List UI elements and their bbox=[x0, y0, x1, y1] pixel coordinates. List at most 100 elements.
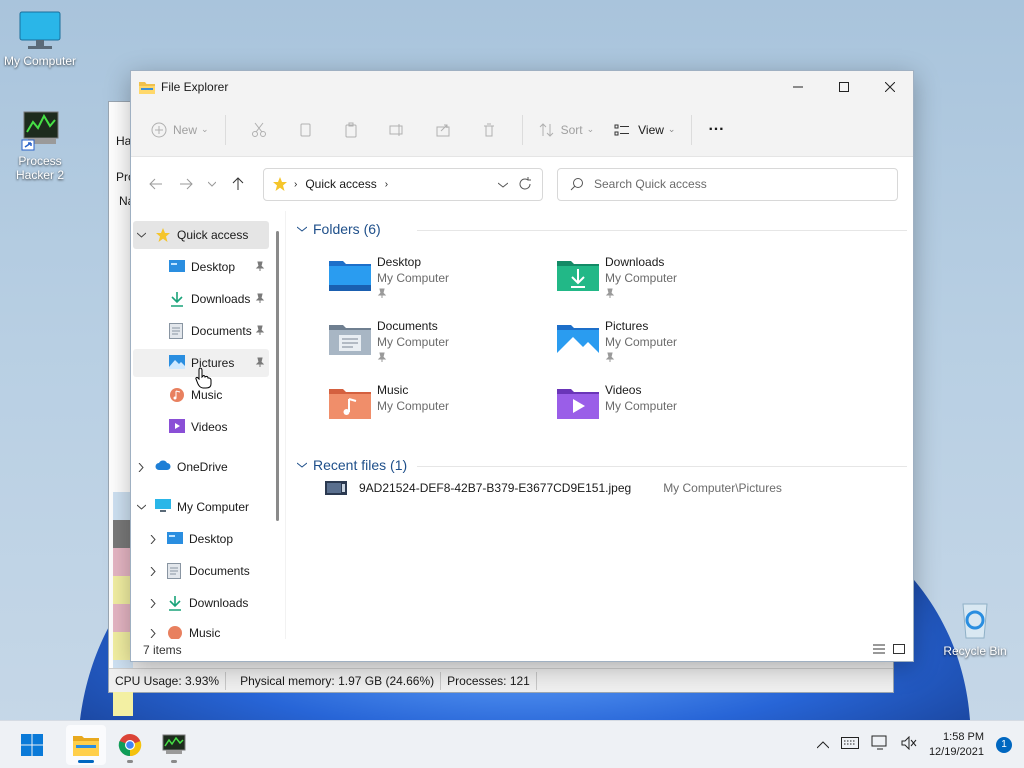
nav-qa-videos[interactable]: Videos bbox=[133, 413, 269, 441]
breadcrumb-quick-access[interactable]: Quick access bbox=[305, 177, 376, 191]
copy-button[interactable] bbox=[282, 122, 328, 138]
navigation-pane[interactable]: Quick access Desktop Downloads Documents… bbox=[131, 221, 279, 639]
chevron-right-icon: › bbox=[294, 178, 298, 190]
delete-button[interactable] bbox=[466, 122, 512, 138]
folder-tile-pictures[interactable]: Pictures My Computer bbox=[555, 319, 775, 373]
process-hacker-icon bbox=[21, 111, 59, 151]
running-indicator bbox=[171, 759, 177, 763]
folder-location: My Computer bbox=[377, 399, 450, 413]
chevron-up-icon bbox=[816, 740, 830, 748]
close-button[interactable] bbox=[867, 71, 913, 103]
running-indicator bbox=[127, 759, 133, 763]
cut-button[interactable] bbox=[236, 122, 282, 138]
desktop-icon-my-computer[interactable]: My Computer bbox=[0, 10, 80, 68]
music-folder-icon bbox=[329, 389, 371, 419]
clipboard-icon bbox=[345, 122, 357, 137]
volume-button[interactable] bbox=[901, 735, 917, 753]
recent-file-row[interactable]: 9AD21524-DEF8-42B7-B379-E3677CD9E151.jpe… bbox=[325, 481, 782, 495]
picture-icon bbox=[169, 355, 185, 371]
desktop-folder-icon bbox=[167, 531, 183, 547]
maximize-icon bbox=[839, 82, 849, 92]
search-box[interactable] bbox=[557, 167, 898, 201]
explorer-body: Quick access Desktop Downloads Documents… bbox=[131, 211, 913, 639]
nav-qa-downloads[interactable]: Downloads bbox=[133, 285, 269, 313]
nav-mc-downloads[interactable]: Downloads bbox=[133, 589, 269, 617]
desktop-icon-process-hacker[interactable]: Process Hacker 2 bbox=[0, 108, 80, 182]
pane-divider bbox=[285, 211, 286, 639]
pin-icon bbox=[255, 324, 265, 338]
address-bar[interactable]: › Quick access › bbox=[263, 167, 543, 201]
system-tray: 1:58 PM 12/19/2021 1 bbox=[816, 730, 1024, 760]
address-dropdown-button[interactable] bbox=[497, 177, 509, 191]
nav-label: My Computer bbox=[177, 500, 250, 514]
scissors-icon bbox=[251, 122, 266, 137]
notification-badge[interactable]: 1 bbox=[996, 736, 1012, 753]
chevron-down-icon bbox=[297, 462, 307, 468]
nav-qa-desktop[interactable]: Desktop bbox=[133, 253, 269, 281]
chevron-down-icon bbox=[133, 232, 149, 238]
more-options-button[interactable]: ··· bbox=[702, 115, 730, 145]
nav-label: Music bbox=[189, 626, 221, 639]
more-icon: ··· bbox=[708, 120, 725, 138]
nav-my-computer[interactable]: My Computer bbox=[133, 493, 269, 521]
view-button[interactable]: View ⌄ bbox=[608, 115, 681, 145]
pin-icon bbox=[377, 351, 449, 365]
nav-scrollbar[interactable] bbox=[276, 231, 279, 521]
keyboard-button[interactable] bbox=[840, 737, 859, 752]
details-view-button[interactable] bbox=[873, 643, 885, 657]
minimize-button[interactable] bbox=[775, 71, 821, 103]
refresh-button[interactable] bbox=[518, 177, 532, 191]
recent-locations-button[interactable] bbox=[201, 169, 223, 199]
taskbar-file-explorer[interactable] bbox=[66, 724, 106, 765]
nav-qa-documents[interactable]: Documents bbox=[133, 317, 269, 345]
details-view-icon bbox=[873, 644, 885, 654]
clock-date: 12/19/2021 bbox=[928, 745, 984, 758]
folder-tile-desktop[interactable]: Desktop My Computer bbox=[327, 255, 547, 309]
chevron-right-icon bbox=[145, 598, 161, 608]
share-button[interactable] bbox=[420, 122, 466, 138]
nav-mc-music[interactable]: Music bbox=[133, 619, 269, 639]
clock-time: 1:58 PM bbox=[943, 730, 984, 743]
nav-mc-desktop[interactable]: Desktop bbox=[133, 525, 269, 553]
chrome-icon bbox=[118, 733, 142, 756]
back-button[interactable] bbox=[141, 169, 171, 199]
chevron-down-icon: ⌄ bbox=[586, 124, 595, 134]
pin-icon bbox=[255, 260, 265, 274]
new-button[interactable]: New ⌄ bbox=[145, 115, 215, 145]
desktop-folder-icon bbox=[329, 261, 371, 291]
pictures-folder-icon bbox=[557, 325, 599, 355]
up-button[interactable] bbox=[223, 169, 253, 199]
rename-button[interactable] bbox=[374, 122, 420, 138]
title-bar[interactable]: File Explorer bbox=[131, 71, 913, 103]
pin-icon bbox=[605, 287, 677, 301]
sort-button[interactable]: Sort ⌄ bbox=[533, 115, 601, 145]
forward-button[interactable] bbox=[171, 169, 201, 199]
network-button[interactable] bbox=[871, 735, 889, 754]
folder-tile-videos[interactable]: Videos My Computer bbox=[555, 383, 775, 437]
maximize-button[interactable] bbox=[821, 71, 867, 103]
start-button[interactable] bbox=[12, 725, 52, 765]
folder-location: My Computer bbox=[377, 335, 450, 349]
nav-onedrive[interactable]: OneDrive bbox=[133, 453, 269, 481]
folders-group-header[interactable]: Folders (6) bbox=[297, 221, 907, 237]
nav-mc-documents[interactable]: Documents bbox=[133, 557, 269, 585]
image-file-icon bbox=[325, 481, 347, 495]
arrow-left-icon bbox=[149, 178, 162, 190]
search-input[interactable] bbox=[594, 177, 874, 191]
desktop-icon-label: Recycle Bin bbox=[943, 644, 1007, 658]
paste-button[interactable] bbox=[328, 122, 374, 138]
clock[interactable]: 1:58 PM 12/19/2021 bbox=[929, 730, 984, 760]
chevron-right-icon bbox=[133, 462, 149, 472]
show-hidden-icons-button[interactable] bbox=[816, 738, 830, 752]
recent-files-group-header[interactable]: Recent files (1) bbox=[297, 457, 907, 473]
folder-tile-documents[interactable]: Documents My Computer bbox=[327, 319, 547, 373]
taskbar-process-hacker[interactable] bbox=[154, 725, 194, 765]
keyboard-icon bbox=[840, 737, 859, 749]
tiles-view-button[interactable] bbox=[893, 643, 905, 657]
folder-tile-music[interactable]: Music My Computer bbox=[327, 383, 547, 437]
taskbar-chrome[interactable] bbox=[110, 725, 150, 765]
file-explorer-window[interactable]: File Explorer New ⌄ Sort ⌄ View ⌄ ··· › … bbox=[130, 70, 914, 662]
desktop-icon-recycle-bin[interactable]: Recycle Bin bbox=[935, 598, 1015, 658]
nav-quick-access[interactable]: Quick access bbox=[133, 221, 269, 249]
folder-tile-downloads[interactable]: Downloads My Computer bbox=[555, 255, 775, 309]
